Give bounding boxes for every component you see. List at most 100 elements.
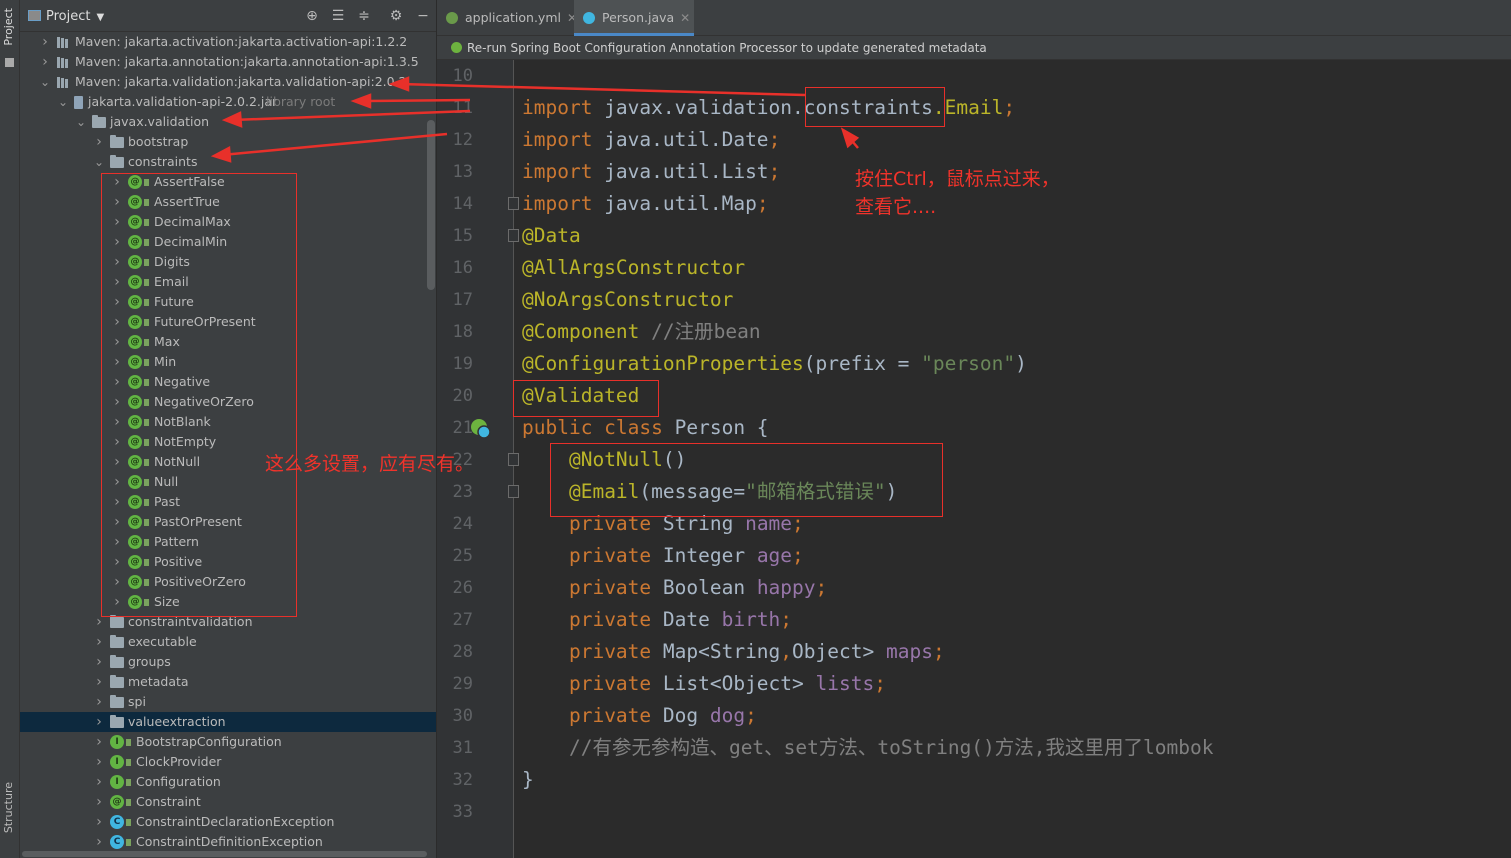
- code-line[interactable]: @Email(message="邮箱格式错误"): [522, 476, 897, 508]
- code-line[interactable]: private List<Object> lists;: [522, 668, 886, 700]
- fold-start-icon[interactable]: [508, 229, 519, 242]
- chevron-right-icon[interactable]: ›: [112, 272, 122, 292]
- tree-node[interactable]: › @ NotBlank: [20, 412, 436, 432]
- tree-node[interactable]: › Maven: jakarta.annotation:jakarta.annot…: [20, 52, 436, 72]
- tree-node[interactable]: › @ Email: [20, 272, 436, 292]
- chevron-right-icon[interactable]: ›: [112, 412, 122, 432]
- tree-node[interactable]: › @ Negative: [20, 372, 436, 392]
- code-line[interactable]: public class Person {: [522, 412, 769, 444]
- code-line[interactable]: @NoArgsConstructor: [522, 284, 733, 316]
- chevron-right-icon[interactable]: ›: [94, 612, 104, 632]
- tree-node[interactable]: ⌄ Maven: jakarta.validation:jakarta.valid…: [20, 72, 436, 92]
- code-line[interactable]: @Data: [522, 220, 581, 252]
- tree-node[interactable]: › @ FutureOrPresent: [20, 312, 436, 332]
- chevron-right-icon[interactable]: ›: [112, 372, 122, 392]
- tree-node[interactable]: › @ Constraint: [20, 792, 436, 812]
- chevron-right-icon[interactable]: ›: [112, 552, 122, 572]
- fold-end-icon[interactable]: [508, 485, 519, 498]
- tree-node[interactable]: › metadata: [20, 672, 436, 692]
- chevron-right-icon[interactable]: ›: [94, 692, 104, 712]
- chevron-right-icon[interactable]: ›: [112, 312, 122, 332]
- tree-node[interactable]: › C ConstraintDeclarationException: [20, 812, 436, 832]
- tree-node[interactable]: ⌄ jakarta.validation-api-2.0.2.jar library…: [20, 92, 436, 112]
- code-line[interactable]: @ConfigurationProperties(prefix = "perso…: [522, 348, 1027, 380]
- structure-tool-button[interactable]: Structure: [2, 782, 15, 833]
- expand-all-icon[interactable]: ☰: [329, 7, 347, 25]
- notification-bar[interactable]: Re-run Spring Boot Configuration Annotat…: [437, 36, 1511, 60]
- tree-node[interactable]: › @ Pattern: [20, 532, 436, 552]
- tree-node[interactable]: › @ DecimalMin: [20, 232, 436, 252]
- chevron-down-icon[interactable]: ⌄: [94, 152, 104, 172]
- tree-node[interactable]: › valueextraction: [20, 712, 436, 732]
- locate-icon[interactable]: ⊕: [303, 7, 321, 25]
- tree-node[interactable]: › @ Digits: [20, 252, 436, 272]
- tree-node[interactable]: › executable: [20, 632, 436, 652]
- chevron-right-icon[interactable]: ›: [94, 632, 104, 652]
- code-line[interactable]: private Integer age;: [522, 540, 804, 572]
- code-line[interactable]: private Map<String,Object> maps;: [522, 636, 945, 668]
- tree-node[interactable]: › @ Max: [20, 332, 436, 352]
- tree-node[interactable]: › I BootstrapConfiguration: [20, 732, 436, 752]
- code-editor[interactable]: 10 11 12 13 14 15 16 17 18 19 20 21 22 23 24 25 26 27 28 29…: [437, 60, 1511, 858]
- code-line[interactable]: private Date birth;: [522, 604, 792, 636]
- tree-node[interactable]: › constraintvalidation: [20, 612, 436, 632]
- code-line[interactable]: import javax.validation.constraints.Emai…: [522, 92, 1015, 124]
- chevron-down-icon[interactable]: ⌄: [58, 92, 68, 112]
- chevron-right-icon[interactable]: ›: [94, 732, 104, 752]
- chevron-right-icon[interactable]: ›: [94, 772, 104, 792]
- code-line[interactable]: @Validated: [522, 380, 639, 412]
- chevron-right-icon[interactable]: ›: [112, 532, 122, 552]
- tree-node[interactable]: › groups: [20, 652, 436, 672]
- chevron-right-icon[interactable]: ›: [94, 672, 104, 692]
- code-line[interactable]: import java.util.Map;: [522, 188, 769, 220]
- tree-node[interactable]: › @ Null: [20, 472, 436, 492]
- tree-node[interactable]: › I ClockProvider: [20, 752, 436, 772]
- chevron-right-icon[interactable]: ›: [112, 332, 122, 352]
- code-line[interactable]: private String name;: [522, 508, 804, 540]
- tree-node[interactable]: › @ AssertTrue: [20, 192, 436, 212]
- tree-node[interactable]: › @ PositiveOrZero: [20, 572, 436, 592]
- code-line[interactable]: }: [522, 764, 534, 796]
- tree-node[interactable]: › spi: [20, 692, 436, 712]
- chevron-right-icon[interactable]: ›: [94, 652, 104, 672]
- chevron-right-icon[interactable]: ›: [112, 212, 122, 232]
- tree-node[interactable]: › @ NegativeOrZero: [20, 392, 436, 412]
- tree-node[interactable]: › @ Min: [20, 352, 436, 372]
- chevron-right-icon[interactable]: ›: [112, 512, 122, 532]
- code-line[interactable]: private Boolean happy;: [522, 572, 827, 604]
- chevron-right-icon[interactable]: ›: [112, 352, 122, 372]
- tree-node[interactable]: › @ DecimalMax: [20, 212, 436, 232]
- chevron-right-icon[interactable]: ›: [112, 192, 122, 212]
- code-line[interactable]: private Dog dog;: [522, 700, 757, 732]
- chevron-down-icon[interactable]: ⌄: [76, 112, 86, 132]
- fold-end-icon[interactable]: [508, 197, 519, 210]
- chevron-right-icon[interactable]: ›: [40, 52, 50, 72]
- tree-node[interactable]: › @ Past: [20, 492, 436, 512]
- code-line[interactable]: @NotNull(): [522, 444, 686, 476]
- tab-application-yml[interactable]: application.yml ✕: [437, 0, 577, 36]
- tab-person-java[interactable]: Person.java ✕: [574, 0, 694, 36]
- tree-node[interactable]: › @ Size: [20, 592, 436, 612]
- tree-node[interactable]: › @ NotNull: [20, 452, 436, 472]
- spring-bean-icon[interactable]: [470, 418, 491, 439]
- tree-node[interactable]: › @ Positive: [20, 552, 436, 572]
- tree-node[interactable]: › @ PastOrPresent: [20, 512, 436, 532]
- chevron-down-icon[interactable]: ⌄: [40, 72, 50, 92]
- close-icon[interactable]: ✕: [680, 11, 690, 25]
- tree-node[interactable]: › @ Future: [20, 292, 436, 312]
- tree-horizontal-scrollbar[interactable]: [22, 851, 427, 857]
- chevron-right-icon[interactable]: ›: [112, 172, 122, 192]
- chevron-right-icon[interactable]: ›: [40, 32, 50, 52]
- chevron-right-icon[interactable]: ›: [112, 492, 122, 512]
- project-tool-button[interactable]: Project: [2, 8, 15, 46]
- chevron-right-icon[interactable]: ›: [112, 592, 122, 612]
- code-line[interactable]: @AllArgsConstructor: [522, 252, 745, 284]
- code-line[interactable]: import java.util.List;: [522, 156, 780, 188]
- tree-node[interactable]: › @ AssertFalse: [20, 172, 436, 192]
- chevron-right-icon[interactable]: ›: [112, 252, 122, 272]
- chevron-right-icon[interactable]: ›: [94, 752, 104, 772]
- fold-start-icon[interactable]: [508, 453, 519, 466]
- tree-node[interactable]: › @ NotEmpty: [20, 432, 436, 452]
- chevron-right-icon[interactable]: ›: [94, 812, 104, 832]
- tree-vertical-scrollbar[interactable]: [427, 120, 435, 290]
